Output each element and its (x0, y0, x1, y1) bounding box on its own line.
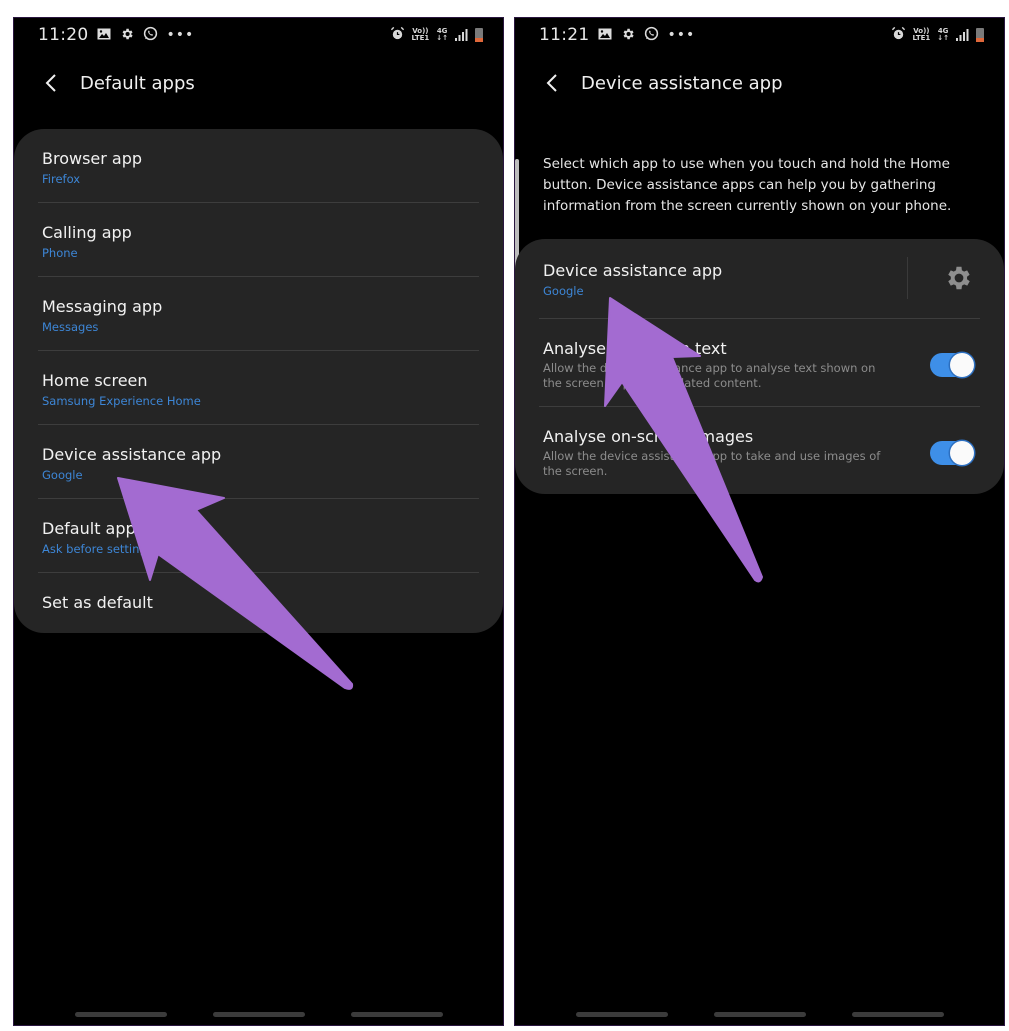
volte-lte-icon: Vo)) LTE1 (411, 27, 430, 42)
device-assistance-screen: 11:21 ••• Vo)) LTE1 4G ↓↑ Device assistanc… (514, 17, 1005, 1026)
page-title: Device assistance app (581, 72, 783, 94)
analyse-text-item[interactable]: Analyse on-screen text Allow the device … (515, 319, 1004, 407)
default-apps-list: Browser app Firefox Calling app Phone Me… (14, 129, 503, 633)
status-time: 11:20 (38, 25, 89, 45)
nav-recents-hint[interactable] (575, 1012, 668, 1017)
analyse-images-toggle[interactable] (930, 441, 974, 465)
status-time: 11:21 (539, 25, 590, 45)
analyse-text-toggle[interactable] (930, 353, 974, 377)
back-button[interactable] (40, 72, 62, 94)
status-bar: 11:21 ••• Vo)) LTE1 4G ↓↑ (539, 24, 984, 46)
analyse-images-item[interactable]: Analyse on-screen images Allow the devic… (515, 407, 1004, 494)
signal-icon (455, 26, 468, 45)
gallery-icon (97, 28, 111, 43)
volte-lte-icon: Vo)) LTE1 (912, 27, 931, 42)
battery-low-icon (475, 28, 483, 42)
app-bar: Default apps (40, 68, 195, 98)
toggle-knob (950, 441, 974, 465)
list-item-calling-app[interactable]: Calling app Phone (14, 203, 503, 277)
app-bar: Device assistance app (541, 68, 783, 98)
nav-back-hint[interactable] (851, 1012, 944, 1017)
alarm-icon (891, 26, 906, 45)
status-bar: 11:20 ••• Vo)) LTE1 4G ↓↑ (38, 24, 483, 46)
page-title: Default apps (80, 72, 195, 94)
more-dots-icon: ••• (667, 27, 696, 43)
battery-low-icon (976, 28, 984, 42)
4g-data-icon: 4G ↓↑ (937, 27, 949, 42)
nav-home-hint[interactable] (212, 1012, 305, 1017)
gear-icon[interactable] (944, 263, 974, 293)
toggle-knob (950, 353, 974, 377)
list-item-browser-app[interactable]: Browser app Firefox (14, 129, 503, 203)
list-item-home-screen[interactable]: Home screen Samsung Experience Home (14, 351, 503, 425)
nav-back-hint[interactable] (350, 1012, 443, 1017)
signal-icon (956, 26, 969, 45)
gesture-nav-bar (515, 1012, 1004, 1017)
alarm-icon (390, 26, 405, 45)
intro-description: Select which app to use when you touch a… (543, 156, 952, 214)
gear-icon (621, 27, 635, 44)
list-item-set-as-default[interactable]: Set as default (14, 573, 503, 647)
whatsapp-icon (143, 26, 158, 44)
list-item-device-assistance-app[interactable]: Device assistance app Google (14, 425, 503, 499)
gesture-nav-bar (14, 1012, 503, 1017)
divider-vertical (907, 257, 908, 299)
assistance-settings-card: Device assistance app Google Analyse on-… (515, 239, 1004, 494)
chevron-left-icon (45, 74, 56, 92)
list-item-default-app[interactable]: Default app Ask before setting (14, 499, 503, 573)
device-assistance-app-item[interactable]: Device assistance app Google (515, 239, 1004, 319)
nav-home-hint[interactable] (713, 1012, 806, 1017)
nav-recents-hint[interactable] (74, 1012, 167, 1017)
list-item-messaging-app[interactable]: Messaging app Messages (14, 277, 503, 351)
more-dots-icon: ••• (166, 27, 195, 43)
back-button[interactable] (541, 72, 563, 94)
whatsapp-icon (644, 26, 659, 44)
default-apps-screen: 11:20 ••• Vo)) LTE1 4G ↓↑ Default apps B… (13, 17, 504, 1026)
gear-icon (120, 27, 134, 44)
4g-data-icon: 4G ↓↑ (436, 27, 448, 42)
gallery-icon (598, 28, 612, 43)
chevron-left-icon (546, 74, 557, 92)
